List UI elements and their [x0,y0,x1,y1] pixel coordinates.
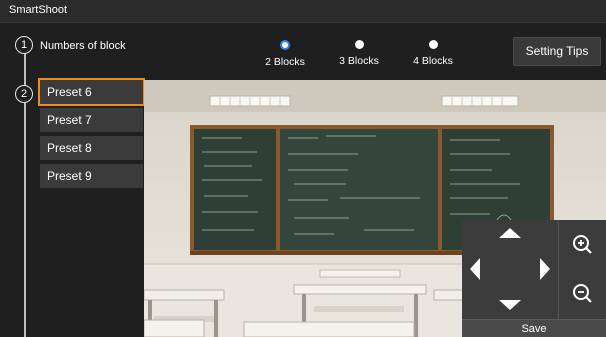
numbers-of-block-label: Numbers of block [40,40,126,52]
step-2-badge: 2 [15,85,33,103]
radio-label: 3 Blocks [339,55,379,67]
zoom-in-icon[interactable] [559,220,606,269]
radio-dot [354,40,364,49]
app-title: SmartShoot [9,4,68,16]
ceiling-light-left [209,95,291,107]
arrow-left-icon[interactable] [470,258,480,280]
step-1-badge: 1 [15,36,33,54]
radio-dot [280,40,290,50]
direction-pad [462,220,558,319]
preset-item-8[interactable]: Preset 8 [40,136,143,160]
arrow-down-icon[interactable] [499,300,521,310]
save-button[interactable]: Save [462,319,606,337]
preset-item-9[interactable]: Preset 9 [40,164,143,188]
radio-label: 2 Blocks [265,56,305,68]
preset-item-6[interactable]: Preset 6 [38,78,145,106]
setting-tips-button[interactable]: Setting Tips [513,37,601,66]
smartshoot-window: SmartShoot 1 2 Numbers of block 2 Blocks… [0,0,606,337]
ceiling-light-right [441,95,519,107]
arrow-right-icon[interactable] [540,258,550,280]
preset-list: Preset 6 Preset 7 Preset 8 Preset 9 [38,78,145,192]
ptz-control-panel: Save [462,220,606,337]
radio-4-blocks[interactable]: 4 Blocks [393,40,473,70]
zoom-out-icon[interactable] [559,269,606,318]
preset-item-7[interactable]: Preset 7 [40,108,143,132]
radio-3-blocks[interactable]: 3 Blocks [319,40,399,70]
radio-2-blocks[interactable]: 2 Blocks [245,40,325,70]
radio-label: 4 Blocks [413,55,453,67]
arrow-up-icon[interactable] [499,228,521,238]
title-bar: SmartShoot [0,0,606,23]
radio-dot [428,40,438,49]
zoom-controls [558,220,606,319]
